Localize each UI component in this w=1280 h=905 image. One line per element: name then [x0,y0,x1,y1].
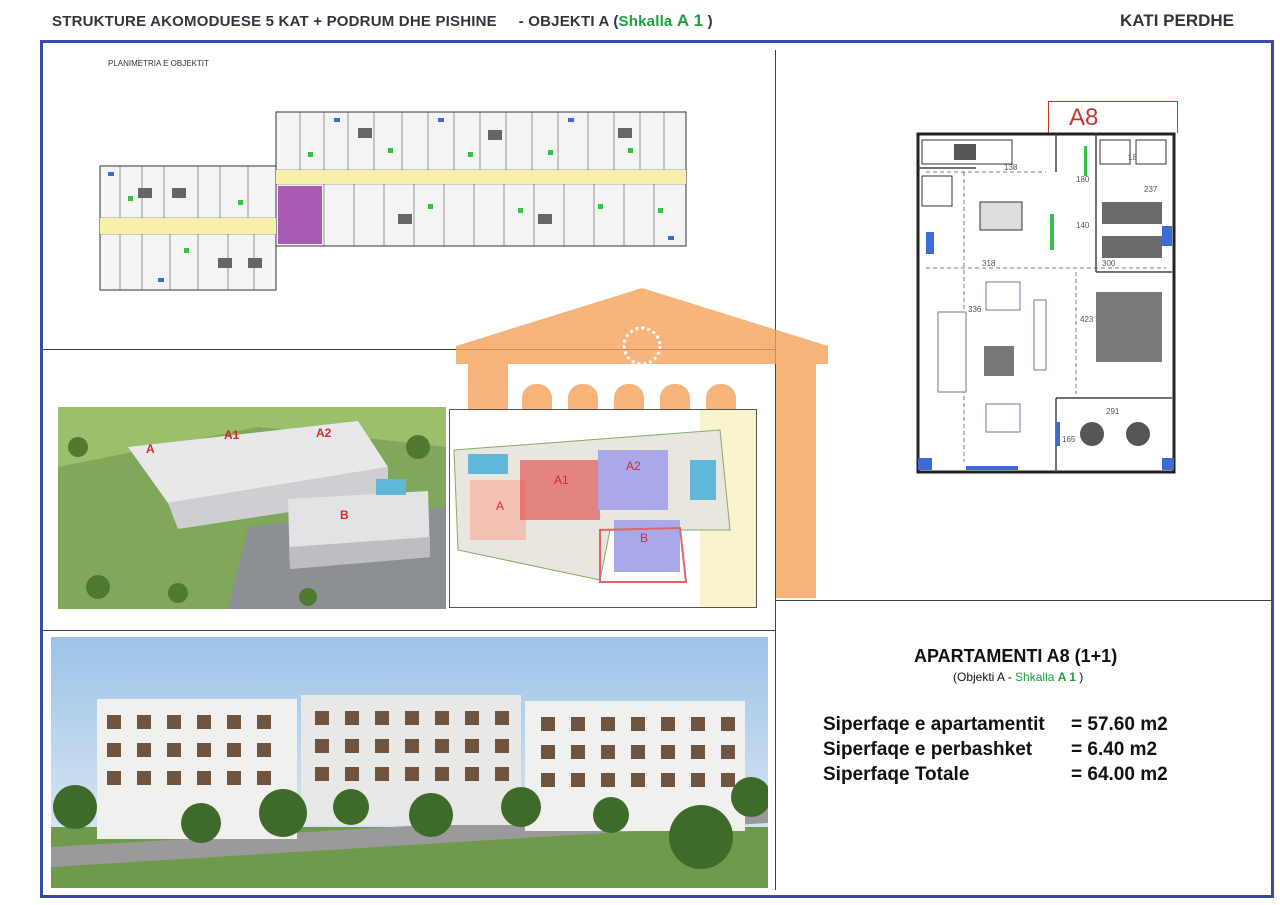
document-sheet: STRUKTURE AKOMODUESE 5 KAT + PODRUM DHE … [0,0,1280,905]
subtitle-a1: A 1 [1057,670,1076,684]
area-label: Siperfaqe e apartamentit [823,714,1045,735]
site-label-a2: A2 [626,459,641,473]
dim-18: 18 [1128,153,1137,162]
info-divider [776,600,1272,601]
dim-336: 336 [968,305,982,314]
aerial-render-image: A A1 A2 B [58,407,446,609]
floor-label: KATI PERDHE [1120,11,1234,30]
area-label: Siperfaqe e perbashket [823,739,1033,760]
title-close: ) [703,13,713,30]
page-header: STRUKTURE AKOMODUESE 5 KAT + PODRUM DHE … [0,0,1280,40]
dim-300: 300 [1102,259,1116,268]
dim-180: 180 [1076,175,1090,184]
title-separator: - OBJEKTI A ( [518,13,619,30]
site-label-a1: A1 [554,473,569,487]
dim-140: 140 [1076,221,1090,230]
site-plan-image: A A1 A2 B [449,409,757,608]
title-main: STRUKTURE AKOMODUESE 5 KAT + PODRUM DHE … [52,13,497,30]
dim-165: 165 [1062,435,1076,444]
area-label: Siperfaqe Totale [823,764,970,785]
street-render-image [51,637,768,888]
unit-tag: A8 [1048,101,1178,133]
area-value: = 64.00 m2 [1071,764,1168,785]
area-row-apartment: Siperfaqe e apartamentit = 57.60 m2 [823,714,1168,736]
aerial-label-a2: A2 [316,426,332,440]
subtitle-shkalla: Shkalla [1015,670,1058,684]
dim-318: 318 [982,259,996,268]
title-shkalla: Shkalla [618,13,677,30]
dim-237: 237 [1144,185,1158,194]
plan-label: PLANIMETRIA E OBJEKTIT [108,59,209,68]
dim-138: 138 [1004,163,1018,172]
document-title: STRUKTURE AKOMODUESE 5 KAT + PODRUM DHE … [52,11,713,31]
area-value: = 6.40 m2 [1071,739,1158,760]
images-divider [43,630,776,631]
subtitle-suffix: ) [1075,670,1084,684]
dim-423: 423 [1080,315,1094,324]
site-label-b: B [640,531,648,545]
aerial-label-a: A [146,442,155,456]
aerial-label-b: B [340,508,349,522]
dim-291: 291 [1106,407,1120,416]
apartment-floor-plan: 138 18 237 318 300 336 423 291 165 180 1… [916,132,1176,474]
apartment-subtitle: (Objekti A - Shkalla A 1 ) [953,670,1083,684]
aerial-label-a1: A1 [224,428,240,442]
apartment-title: APARTAMENTI A8 (1+1) [914,646,1118,666]
title-a1: A 1 [676,11,704,30]
area-row-common: Siperfaqe e perbashket = 6.40 m2 [823,739,1157,761]
area-value: = 57.60 m2 [1071,714,1168,735]
subtitle-prefix: (Objekti A - [953,670,1016,684]
site-label-a: A [496,499,504,513]
area-row-total: Siperfaqe Totale = 64.00 m2 [823,764,1168,786]
building-floor-plan [99,111,687,291]
